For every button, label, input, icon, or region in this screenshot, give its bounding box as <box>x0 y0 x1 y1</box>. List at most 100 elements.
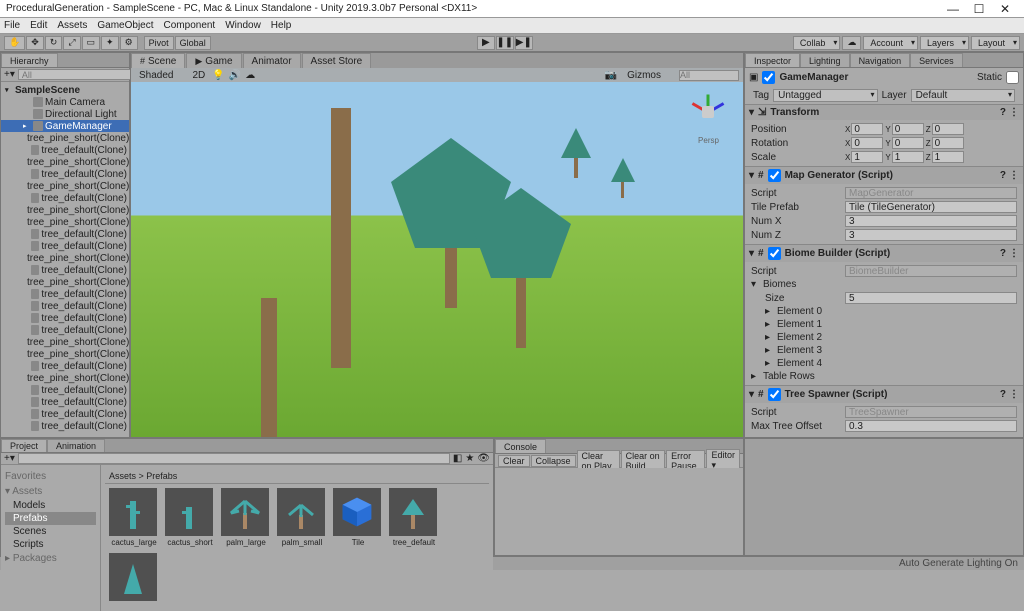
menu-window[interactable]: Window <box>225 20 261 31</box>
hierarchy-item[interactable]: tree_default(Clone) <box>1 420 129 432</box>
tab-scene[interactable]: #Scene <box>131 53 185 68</box>
scene-search[interactable] <box>679 70 739 81</box>
hierarchy-item[interactable]: tree_pine_short(Clone) <box>1 252 129 264</box>
tab-services[interactable]: Services <box>910 53 963 67</box>
hierarchy-item[interactable]: tree_pine_short(Clone) <box>1 132 129 144</box>
tab-animator[interactable]: Animator <box>243 53 301 68</box>
hidden-icon[interactable]: 👁 <box>477 453 490 464</box>
asset-thumb[interactable]: Tile <box>333 488 383 547</box>
biome-enabled[interactable] <box>768 247 781 260</box>
tab-navigation[interactable]: Navigation <box>850 53 911 67</box>
hierarchy-item[interactable]: tree_default(Clone) <box>1 288 129 300</box>
tab-hierarchy[interactable]: Hierarchy <box>1 53 58 67</box>
tag-dropdown[interactable]: Untagged <box>773 89 877 102</box>
hierarchy-item[interactable]: tree_default(Clone) <box>1 264 129 276</box>
hierarchy-item[interactable]: tree_default(Clone) <box>1 240 129 252</box>
menu-icon[interactable]: ⋮ <box>1009 389 1019 400</box>
object-name[interactable]: GameManager <box>779 72 973 83</box>
light-toggle-icon[interactable]: 💡 <box>212 70 224 81</box>
folder-scenes[interactable]: Scenes <box>5 525 96 538</box>
hierarchy-item[interactable]: tree_default(Clone) <box>1 144 129 156</box>
hierarchy-item[interactable]: tree_default(Clone) <box>1 312 129 324</box>
menu-file[interactable]: File <box>4 20 20 31</box>
hierarchy-item[interactable]: tree_default(Clone) <box>1 228 129 240</box>
biomes-array[interactable]: Biomes <box>763 279 845 290</box>
global-button[interactable]: Global <box>175 36 211 50</box>
pivot-button[interactable]: Pivot <box>144 36 174 50</box>
folder-models[interactable]: Models <box>5 499 96 512</box>
hierarchy-item[interactable]: tree_default(Clone) <box>1 168 129 180</box>
filter-icon[interactable]: ◧ <box>453 453 462 464</box>
help-icon[interactable]: ? <box>1000 170 1006 181</box>
hierarchy-item[interactable]: tree_default(Clone) <box>1 384 129 396</box>
rotate-tool-button[interactable]: ↻ <box>45 36 63 50</box>
numx-field[interactable]: 3 <box>845 215 1017 227</box>
hierarchy-item[interactable]: tree_pine_short(Clone) <box>1 216 129 228</box>
orientation-gizmo[interactable]: Persp <box>686 90 731 135</box>
treespawn-header[interactable]: ▾# Tree Spawner (Script) ?⋮ <box>745 386 1023 403</box>
favorites-header[interactable]: Favorites <box>5 469 96 484</box>
tab-assetstore[interactable]: Asset Store <box>302 53 372 68</box>
hierarchy-item[interactable]: ▸GameManager <box>1 120 129 132</box>
biome-element[interactable]: ▸Element 1 <box>751 318 1017 331</box>
tile-prefab-field[interactable]: Tile (TileGenerator) <box>845 201 1017 213</box>
pause-button[interactable]: ❚❚ <box>496 36 514 50</box>
menu-edit[interactable]: Edit <box>30 20 47 31</box>
console-collapse[interactable]: Collapse <box>531 455 576 467</box>
maximize-button[interactable]: ☐ <box>966 2 992 16</box>
help-icon[interactable]: ? <box>1000 389 1006 400</box>
menu-icon[interactable]: ⋮ <box>1009 248 1019 259</box>
layers-dropdown[interactable]: Layers <box>920 36 969 50</box>
menu-icon[interactable]: ⋮ <box>1009 170 1019 181</box>
packages-header[interactable]: ▸ Packages <box>5 551 96 566</box>
tab-game[interactable]: ▶Game <box>186 53 241 68</box>
menu-icon[interactable]: ⋮ <box>1009 107 1019 118</box>
collab-dropdown[interactable]: Collab <box>793 36 841 50</box>
console-clear[interactable]: Clear <box>498 455 530 467</box>
active-checkbox[interactable] <box>762 71 775 84</box>
hierarchy-item[interactable]: Directional Light <box>1 108 129 120</box>
tab-inspector[interactable]: Inspector <box>745 53 800 67</box>
assets-header[interactable]: ▾ Assets <box>5 484 96 499</box>
hierarchy-item[interactable]: tree_default(Clone) <box>1 192 129 204</box>
minimize-button[interactable]: — <box>940 2 966 16</box>
asset-thumb[interactable]: tree_default <box>389 488 439 547</box>
tab-console[interactable]: Console <box>495 439 546 453</box>
hierarchy-item[interactable]: tree_pine_short(Clone) <box>1 348 129 360</box>
tablerows-array[interactable]: Table Rows <box>763 371 815 382</box>
hierarchy-item[interactable]: tree_pine_short(Clone) <box>1 180 129 192</box>
asset-thumb[interactable]: cactus_large <box>109 488 159 547</box>
hierarchy-item[interactable]: tree_pine_short(Clone) <box>1 204 129 216</box>
project-create-button[interactable]: +▾ <box>4 453 15 464</box>
transform-header[interactable]: ▾⇲ Transform ?⋮ <box>745 105 1023 120</box>
hierarchy-item[interactable]: tree_pine_short(Clone) <box>1 372 129 384</box>
hierarchy-create-button[interactable]: +▾ <box>4 69 15 80</box>
transform-tool-button[interactable]: ✦ <box>101 36 119 50</box>
biome-element[interactable]: ▸Element 3 <box>751 344 1017 357</box>
breadcrumb[interactable]: Assets > Prefabs <box>105 469 489 484</box>
biome-element[interactable]: ▸Element 0 <box>751 305 1017 318</box>
biome-element[interactable]: ▸Element 4 <box>751 357 1017 370</box>
hierarchy-item[interactable]: Main Camera <box>1 96 129 108</box>
hierarchy-item[interactable]: tree_default(Clone) <box>1 396 129 408</box>
play-button[interactable]: ▶ <box>477 36 495 50</box>
hierarchy-item[interactable]: tree_pine_short(Clone) <box>1 336 129 348</box>
scene-viewport[interactable]: Shaded 2D 💡 🔊 ☁ 📷 Gizmos <box>131 68 743 437</box>
help-icon[interactable]: ? <box>1000 248 1006 259</box>
hierarchy-item[interactable]: tree_pine_short(Clone) <box>1 156 129 168</box>
fx-toggle-icon[interactable]: ☁ <box>245 70 255 81</box>
camera-icon[interactable]: 📷 <box>605 70 617 81</box>
tab-animation[interactable]: Animation <box>47 439 105 452</box>
scene-row[interactable]: ▾SampleScene <box>1 84 129 96</box>
menu-gameobject[interactable]: GameObject <box>97 20 153 31</box>
hierarchy-search[interactable] <box>18 69 143 80</box>
cloud-button[interactable]: ☁ <box>842 36 861 50</box>
hierarchy-item[interactable]: tree_default(Clone) <box>1 408 129 420</box>
layout-dropdown[interactable]: Layout <box>971 36 1020 50</box>
menu-component[interactable]: Component <box>164 20 216 31</box>
asset-thumb[interactable] <box>109 553 159 603</box>
menu-help[interactable]: Help <box>271 20 292 31</box>
custom-tool-button[interactable]: ⚙ <box>120 36 138 50</box>
treeoffset-field[interactable]: 0.3 <box>845 420 1017 432</box>
biome-size-field[interactable]: 5 <box>845 292 1017 304</box>
